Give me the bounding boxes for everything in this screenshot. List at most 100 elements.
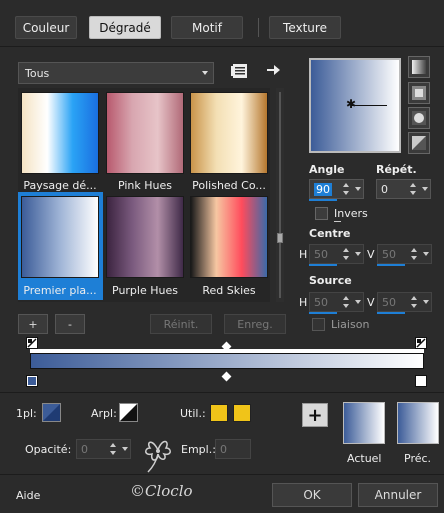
reset-button[interactable]: Réinit. (150, 314, 212, 334)
link-checkbox[interactable] (312, 318, 325, 331)
util-color-swatch[interactable] (233, 404, 251, 422)
preset-label: Pink Hues (117, 179, 173, 192)
style-rect-icon (412, 86, 426, 100)
opacity-stop-left[interactable] (26, 337, 38, 349)
gradient-bar[interactable] (30, 353, 424, 369)
chevron-down-icon[interactable] (423, 300, 429, 304)
scrollbar-track-line (279, 92, 281, 298)
remove-stop-button[interactable]: - (55, 314, 85, 334)
preset-thumb-selected[interactable] (21, 196, 99, 278)
current-gradient-swatch[interactable] (343, 402, 385, 444)
centre-h-stepper[interactable] (341, 246, 351, 262)
tab-couleur[interactable]: Couleur (15, 16, 77, 39)
invert-underline (334, 221, 341, 222)
opacity-value: 0 (81, 442, 88, 456)
save-button[interactable]: Enreg. (224, 314, 286, 334)
preset-thumb[interactable] (21, 92, 99, 174)
preset-thumb[interactable] (106, 92, 184, 174)
preset-label: Purple Hues (112, 284, 178, 297)
gradient-swatch-icon (120, 404, 137, 421)
category-dropdown[interactable]: Tous (18, 62, 214, 84)
source-v-field[interactable]: 50 (377, 292, 432, 312)
opacity-stop-icon (416, 338, 426, 348)
preset-thumb[interactable] (190, 196, 268, 278)
centre-h-field[interactable]: 50 (309, 244, 364, 264)
chevron-down-icon[interactable] (355, 300, 361, 304)
chevron-down-icon[interactable] (422, 187, 428, 191)
chevron-down-icon[interactable] (122, 447, 128, 451)
centre-h-label: H (299, 248, 308, 261)
bottom-divider (0, 474, 444, 475)
preset-scrollbar[interactable] (276, 88, 284, 302)
add-swatch-label: + (307, 404, 323, 426)
style-radial-button[interactable] (408, 132, 430, 154)
preset-thumb[interactable] (190, 92, 268, 174)
menu-icon[interactable] (230, 62, 250, 80)
opacity-stop-right[interactable] (415, 337, 427, 349)
empl-field[interactable]: 0 (215, 439, 251, 459)
invert-checkbox[interactable] (315, 207, 328, 220)
opacity-stop-icon (27, 338, 37, 348)
angle-slider[interactable] (309, 199, 337, 201)
arpl-swatch[interactable] (119, 403, 138, 422)
gradient-preview[interactable]: ✱ (309, 58, 401, 153)
tab-motif[interactable]: Motif (171, 16, 243, 39)
centre-v-slider[interactable] (377, 264, 405, 266)
preset-label: Paysage dé... (23, 179, 97, 192)
centre-v-field[interactable]: 50 (377, 244, 432, 264)
previous-gradient-swatch[interactable] (397, 402, 439, 444)
preset-label: Polished Co... (192, 179, 266, 192)
source-h-stepper[interactable] (341, 294, 351, 310)
ok-button[interactable]: OK (272, 483, 352, 507)
help-link[interactable]: Aide (16, 489, 40, 502)
angle-stepper[interactable] (341, 181, 351, 197)
repeat-field[interactable]: 0 (376, 179, 431, 199)
watermark-text: ©Cloclo (130, 482, 193, 500)
chevron-down-icon[interactable] (355, 187, 361, 191)
opacity-field[interactable]: 0 (76, 439, 131, 459)
color-midpoint[interactable] (221, 371, 232, 382)
chevron-down-icon[interactable] (423, 252, 429, 256)
centre-label: Centre (309, 227, 351, 240)
footer-divider (0, 392, 444, 393)
first-color-swatch[interactable] (42, 403, 61, 422)
centre-v-stepper[interactable] (409, 246, 419, 262)
cancel-button[interactable]: Annuler (358, 483, 438, 507)
empl-value: 0 (220, 442, 227, 456)
angle-value: 90 (314, 182, 332, 196)
color-stop-right[interactable] (415, 375, 427, 387)
chevron-down-icon[interactable] (355, 252, 361, 256)
centre-h-slider[interactable] (309, 264, 337, 266)
scrollbar-thumb[interactable] (277, 233, 283, 243)
preset-thumb[interactable] (106, 196, 184, 278)
style-rect-button[interactable] (408, 82, 430, 104)
source-label: Source (309, 274, 352, 287)
color-stop-left[interactable] (26, 375, 38, 387)
repeat-value: 0 (381, 182, 388, 196)
style-linear-button[interactable] (408, 56, 430, 78)
centre-v-value: 50 (382, 247, 396, 261)
source-v-stepper[interactable] (409, 294, 419, 310)
arrow-right-icon[interactable] (265, 62, 281, 78)
add-swatch-button[interactable]: + (302, 403, 328, 427)
category-value: Tous (25, 66, 50, 80)
previous-label: Préc. (404, 452, 432, 465)
repeat-stepper[interactable] (408, 181, 418, 197)
add-stop-button[interactable]: + (18, 314, 48, 334)
opacity-stepper[interactable] (108, 441, 118, 457)
source-h-field[interactable]: 50 (309, 292, 364, 312)
tab-degrade[interactable]: Dégradé (89, 16, 161, 39)
source-h-slider[interactable] (309, 312, 337, 314)
repeat-label: Répét. (376, 163, 417, 176)
util-color-swatch[interactable] (210, 404, 228, 422)
preset-label: Red Skies (202, 284, 256, 297)
style-sunburst-icon (412, 111, 426, 125)
link-label: Liaison (331, 318, 370, 331)
tab-texture[interactable]: Texture (269, 16, 341, 39)
header-divider (0, 46, 444, 47)
source-v-slider[interactable] (377, 312, 405, 314)
angle-field[interactable]: 90 (309, 179, 364, 199)
style-sunburst-button[interactable] (408, 107, 430, 129)
style-radial-icon (412, 136, 426, 150)
source-h-value: 50 (314, 295, 328, 309)
